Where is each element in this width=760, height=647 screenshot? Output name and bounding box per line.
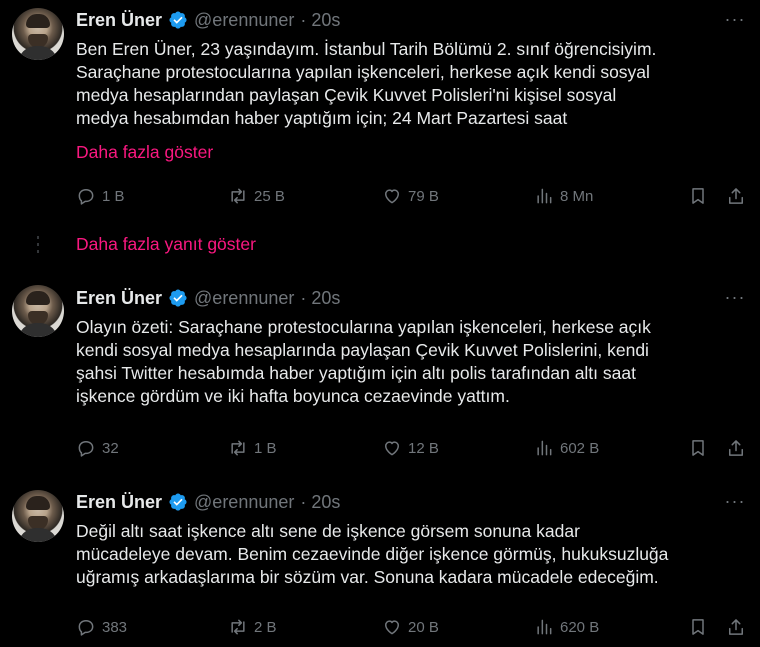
tweet-actions: 1 B 25 B 79 B 8 Mn — [76, 184, 752, 208]
repost-button[interactable]: 25 B — [228, 184, 285, 208]
more-options-icon[interactable]: ··· — [724, 288, 746, 312]
reply-button[interactable]: 1 B — [76, 184, 125, 208]
show-more-replies-link[interactable]: Daha fazla yanıt göster — [76, 234, 256, 255]
share-button[interactable] — [726, 184, 746, 208]
repost-count: 25 B — [254, 187, 285, 205]
reply-icon — [78, 620, 94, 636]
repost-icon — [231, 188, 245, 204]
tweet-text: Ben Eren Üner, 23 yaşındayım. İstanbul T… — [76, 39, 657, 128]
avatar[interactable] — [12, 490, 64, 542]
like-button[interactable]: 12 B — [382, 436, 439, 460]
views-chart-icon — [537, 188, 552, 204]
bookmark-icon — [692, 619, 704, 635]
repost-count: 1 B — [254, 439, 277, 457]
bookmark-button[interactable] — [688, 615, 708, 639]
reply-icon — [78, 441, 94, 457]
show-more-link[interactable]: Daha fazla göster — [76, 142, 213, 163]
tweet-text: Değil altı saat işkence altı sene de işk… — [76, 521, 669, 587]
verified-badge-icon — [169, 11, 187, 29]
author-name[interactable]: Eren Üner — [76, 288, 162, 309]
bookmark-icon — [692, 188, 704, 204]
repost-button[interactable]: 1 B — [228, 436, 277, 460]
share-button[interactable] — [726, 436, 746, 460]
heart-icon — [385, 189, 399, 204]
repost-count: 2 B — [254, 618, 277, 636]
like-button[interactable]: 79 B — [382, 184, 439, 208]
views-chart-icon — [537, 619, 552, 635]
views-button[interactable]: 602 B — [534, 436, 599, 460]
share-icon — [729, 619, 743, 635]
views-button[interactable]: 8 Mn — [534, 184, 593, 208]
views-chart-icon — [537, 440, 552, 456]
author-handle[interactable]: @erennuner — [194, 492, 294, 513]
reply-button[interactable]: 383 — [76, 615, 127, 639]
timestamp[interactable]: · 20s — [300, 288, 340, 309]
share-icon — [729, 440, 743, 456]
reply-count: 383 — [102, 618, 128, 636]
avatar[interactable] — [12, 8, 64, 60]
repost-button[interactable]: 2 B — [228, 615, 277, 639]
reply-button[interactable]: 32 — [76, 436, 119, 460]
verified-badge-icon — [169, 289, 187, 307]
author-name[interactable]: Eren Üner — [76, 10, 162, 31]
views-count: 602 B — [560, 439, 600, 457]
bookmark-icon — [692, 440, 704, 456]
like-count: 20 B — [408, 618, 439, 636]
reply-count: 32 — [102, 439, 119, 457]
timestamp[interactable]: · 20s — [300, 492, 340, 513]
more-options-icon[interactable]: ··· — [724, 492, 746, 516]
author-name[interactable]: Eren Üner — [76, 492, 162, 513]
views-count: 8 Mn — [560, 187, 594, 205]
heart-icon — [385, 441, 399, 456]
bookmark-button[interactable] — [688, 184, 708, 208]
repost-icon — [231, 440, 245, 456]
more-options-icon[interactable]: ··· — [724, 10, 746, 34]
verified-badge-icon — [169, 493, 187, 511]
timestamp[interactable]: · 20s — [300, 10, 340, 31]
like-count: 79 B — [408, 187, 439, 205]
author-handle[interactable]: @erennuner — [194, 288, 294, 309]
tweet-actions: 32 1 B 12 B 602 B — [76, 436, 752, 460]
like-button[interactable]: 20 B — [382, 615, 439, 639]
thread-connector — [37, 236, 39, 257]
repost-icon — [231, 619, 245, 635]
reply-icon — [78, 189, 94, 205]
author-handle[interactable]: @erennuner — [194, 10, 294, 31]
views-button[interactable]: 620 B — [534, 615, 599, 639]
share-button[interactable] — [726, 615, 746, 639]
reply-count: 1 B — [102, 187, 125, 205]
heart-icon — [385, 620, 399, 635]
like-count: 12 B — [408, 439, 439, 457]
tweet-text: Olayın özeti: Saraçhane protestocularına… — [76, 317, 651, 406]
avatar[interactable] — [12, 285, 64, 337]
tweet-actions: 383 2 B 20 B 620 B — [76, 615, 752, 639]
share-icon — [729, 188, 743, 204]
bookmark-button[interactable] — [688, 436, 708, 460]
views-count: 620 B — [560, 618, 600, 636]
